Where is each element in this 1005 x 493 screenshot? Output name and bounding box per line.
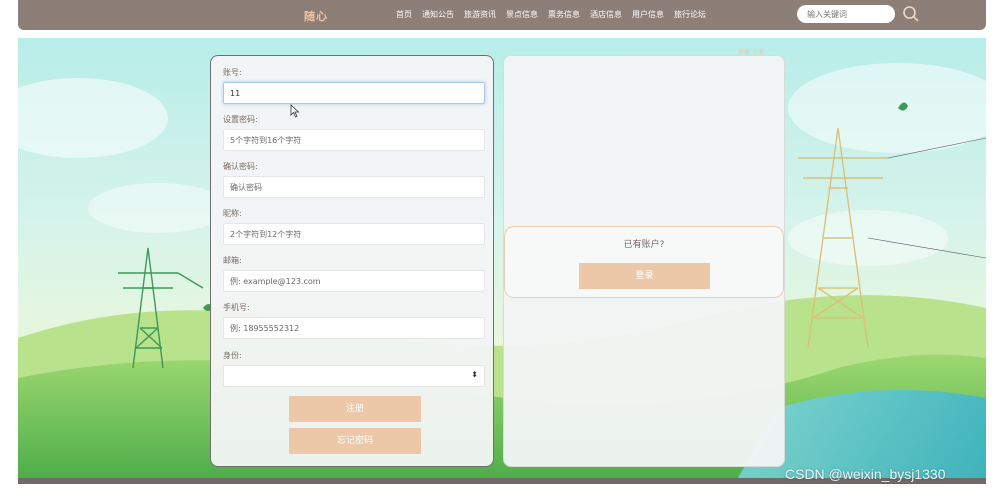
login-button[interactable]: 登录 xyxy=(579,263,710,289)
search-icon[interactable] xyxy=(902,5,920,23)
nickname-input[interactable] xyxy=(223,223,485,245)
email-label: 邮箱: xyxy=(223,256,242,265)
search-input[interactable] xyxy=(797,5,895,23)
password-input[interactable] xyxy=(223,129,485,151)
identity-select[interactable]: ⬍ xyxy=(223,365,485,387)
confirm-password-input[interactable] xyxy=(223,176,485,198)
select-arrows-icon: ⬍ xyxy=(471,370,478,379)
account-label: 账号: xyxy=(223,68,242,77)
have-account-text: 已有账户? xyxy=(623,240,665,250)
page: 随心 首页 通知公告 旅游资讯 景点信息 票务信息 酒店信息 用户信息 旅行论坛… xyxy=(0,0,1005,493)
forgot-password-button[interactable]: 忘记密码 xyxy=(289,428,421,454)
nav-announcements[interactable]: 通知公告 xyxy=(422,9,454,20)
login-panel: 已有账户? 登录 xyxy=(503,55,785,467)
phone-input[interactable] xyxy=(223,317,485,339)
email-input[interactable] xyxy=(223,270,485,292)
login-prompt-box: 已有账户? 登录 xyxy=(504,226,784,298)
register-form: 账号: 设置密码: 确认密码: 昵称: 邮箱: 手机号: 身份: ⬍ 注册 忘记… xyxy=(210,55,494,467)
mouse-cursor-icon xyxy=(290,104,300,118)
csdn-watermark: CSDN @weixin_bysj1330 xyxy=(785,466,946,482)
nav-travel-news[interactable]: 旅游资讯 xyxy=(464,9,496,20)
brand-logo-text[interactable]: 随心 xyxy=(304,8,328,24)
nav-forum[interactable]: 旅行论坛 xyxy=(674,9,706,20)
confirm-password-label: 确认密码: xyxy=(223,162,258,171)
nav-users[interactable]: 用户信息 xyxy=(632,9,664,20)
nickname-label: 昵称: xyxy=(223,209,242,218)
landscape-illustration xyxy=(18,38,986,478)
nav-attractions[interactable]: 景点信息 xyxy=(506,9,538,20)
nav-hotels[interactable]: 酒店信息 xyxy=(590,9,622,20)
account-input[interactable] xyxy=(223,82,485,104)
password-label: 设置密码: xyxy=(223,115,258,124)
main-nav: 首页 通知公告 旅游资讯 景点信息 票务信息 酒店信息 用户信息 旅行论坛 xyxy=(396,9,706,20)
nav-home[interactable]: 首页 xyxy=(396,9,412,20)
identity-label: 身份: xyxy=(223,351,242,360)
phone-label: 手机号: xyxy=(223,303,250,312)
register-button[interactable]: 注册 xyxy=(289,396,421,422)
nav-tickets[interactable]: 票务信息 xyxy=(548,9,580,20)
background-scene xyxy=(18,38,986,478)
